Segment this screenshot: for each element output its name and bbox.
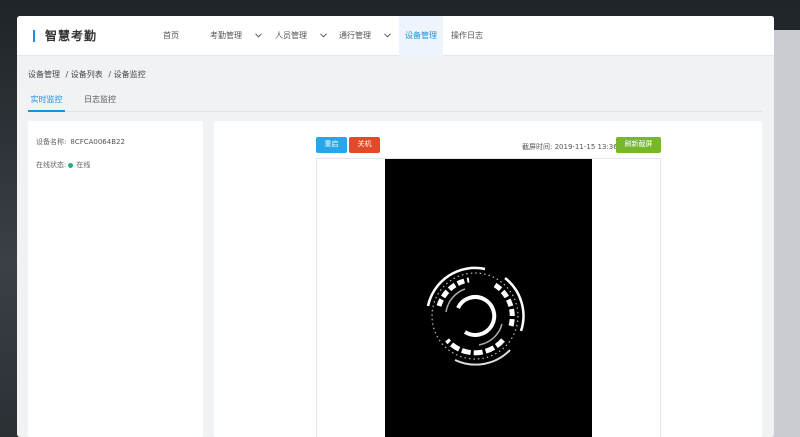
- screen-monitor-panel: 重启 关机 截屏时间: 2019-11-15 13:36 刷新截屏: [214, 121, 762, 437]
- app-title: 智慧考勤: [45, 29, 98, 43]
- chevron-down-icon: [320, 16, 328, 56]
- screenshot-time: 截屏时间: 2019-11-15 13:36: [522, 142, 618, 152]
- nav-item-personnel[interactable]: 人员管理: [275, 16, 328, 56]
- nav-item-operation-log[interactable]: 操作日志: [451, 16, 483, 56]
- device-name-value: 8CFCA0064B22: [70, 138, 125, 146]
- nav-item-label: 人员管理: [275, 31, 307, 40]
- breadcrumb-item-device-list[interactable]: / 设备列表: [66, 70, 103, 79]
- nav-item-access[interactable]: 通行管理: [339, 16, 392, 56]
- screenshot-time-value: 2019-11-15 13:36: [554, 143, 618, 151]
- screenshot-time-label: 截屏时间:: [522, 143, 553, 151]
- device-info-panel: 设备名称: 8CFCA0064B22 在线状态: 在线: [28, 121, 203, 437]
- device-name-row: 设备名称: 8CFCA0064B22: [36, 137, 125, 147]
- device-name-label: 设备名称:: [36, 138, 67, 146]
- app-window: 智慧考勤 首页 考勤管理 人员管理 通行管理 设备管理 操作日志 设备管理 / …: [17, 16, 774, 437]
- nav-item-label: 操作日志: [451, 31, 483, 40]
- breadcrumb-item-current: / 设备监控: [108, 70, 146, 79]
- restart-button[interactable]: 重启: [316, 137, 347, 153]
- tab-realtime-monitor[interactable]: 实时监控: [28, 94, 65, 112]
- loading-spinner-icon: [426, 266, 525, 366]
- breadcrumb: 设备管理 / 设备列表 / 设备监控: [28, 69, 149, 80]
- device-screenshot: [385, 159, 592, 437]
- top-navigation: 智慧考勤 首页 考勤管理 人员管理 通行管理 设备管理 操作日志: [17, 16, 774, 56]
- nav-item-attendance[interactable]: 考勤管理: [210, 16, 263, 56]
- chevron-down-icon: [384, 16, 392, 56]
- shutdown-button[interactable]: 关机: [349, 137, 380, 153]
- nav-item-label: 通行管理: [339, 31, 371, 40]
- nav-item-label: 考勤管理: [210, 31, 242, 40]
- background-scroll-area: [770, 30, 800, 437]
- nav-item-label: 首页: [163, 31, 179, 40]
- breadcrumb-item-devices[interactable]: 设备管理: [28, 70, 60, 79]
- nav-item-devices[interactable]: 设备管理: [399, 16, 443, 56]
- device-status-label: 在线状态:: [36, 161, 67, 169]
- tab-log-monitor[interactable]: 日志监控: [78, 94, 122, 112]
- device-status-row: 在线状态: 在线: [36, 160, 90, 170]
- refresh-screenshot-button[interactable]: 刷新截屏: [616, 137, 661, 153]
- chevron-down-icon: [255, 16, 263, 56]
- nav-item-label: 设备管理: [405, 31, 437, 40]
- nav-item-home[interactable]: 首页: [163, 16, 179, 56]
- monitor-tabs: 实时监控 日志监控: [28, 94, 762, 112]
- device-status-value: 在线: [76, 161, 91, 169]
- online-status-dot-icon: [68, 162, 74, 168]
- brand-accent-bar: [33, 30, 35, 42]
